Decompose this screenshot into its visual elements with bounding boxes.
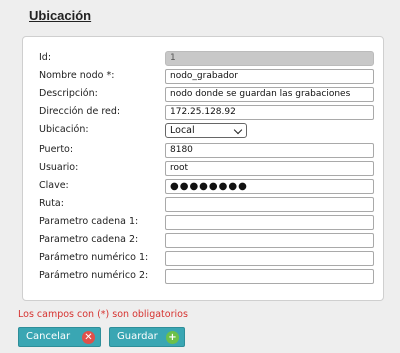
ubicacion-select[interactable]: Local: [165, 123, 247, 138]
add-icon: +: [166, 331, 179, 344]
ubicacion-selected-value: Local: [170, 125, 195, 136]
usuario-label: Usuario:: [39, 162, 79, 173]
descripcion-input[interactable]: nodo donde se guardan las grabaciones: [165, 87, 374, 102]
parametro-cadena-2-input[interactable]: [165, 233, 374, 248]
form-panel: Id: 1 Nombre nodo *: nodo_grabador Descr…: [22, 36, 384, 301]
parametro-cadena-1-input[interactable]: [165, 215, 374, 230]
direccion-red-input[interactable]: 172.25.128.92: [165, 105, 374, 120]
row-usuario: Usuario: root: [39, 161, 375, 176]
row-ubicacion: Ubicación: Local: [39, 123, 375, 138]
row-parametro-numerico-2: Parámetro numérico 2:: [39, 269, 375, 284]
row-ruta: Ruta:: [39, 197, 375, 212]
row-clave: Clave: ●●●●●●●●: [39, 179, 375, 194]
row-descripcion: Descripción: nodo donde se guardan las g…: [39, 87, 375, 102]
clave-label: Clave:: [39, 180, 69, 191]
row-puerto: Puerto: 8180: [39, 143, 375, 158]
id-label: Id:: [39, 52, 52, 63]
puerto-input[interactable]: 8180: [165, 143, 374, 158]
row-nombre-nodo: Nombre nodo *: nodo_grabador: [39, 69, 375, 84]
save-button[interactable]: Guardar +: [109, 327, 185, 347]
parametro-numerico-1-input[interactable]: [165, 251, 374, 266]
parametro-cadena-1-label: Parametro cadena 1:: [39, 216, 139, 227]
nombre-nodo-input[interactable]: nodo_grabador: [165, 69, 374, 84]
row-parametro-numerico-1: Parámetro numérico 1:: [39, 251, 375, 266]
ruta-label: Ruta:: [39, 198, 64, 209]
parametro-numerico-1-label: Parámetro numérico 1:: [39, 252, 149, 263]
row-parametro-cadena-2: Parametro cadena 2:: [39, 233, 375, 248]
cancel-button[interactable]: Cancelar ✕: [18, 327, 101, 347]
cancel-icon: ✕: [82, 331, 95, 344]
parametro-numerico-2-input[interactable]: [165, 269, 374, 284]
usuario-input[interactable]: root: [165, 161, 374, 176]
id-field: 1: [165, 51, 374, 66]
clave-password-input[interactable]: ●●●●●●●●: [165, 179, 374, 194]
page-title: Ubicación: [29, 8, 92, 23]
nombre-nodo-label: Nombre nodo *:: [39, 70, 115, 81]
puerto-label: Puerto:: [39, 144, 74, 155]
chevron-down-icon: [233, 125, 243, 135]
save-button-label: Guardar: [117, 331, 158, 342]
required-fields-note: Los campos con (*) son obligatorios: [18, 309, 188, 320]
row-parametro-cadena-1: Parametro cadena 1:: [39, 215, 375, 230]
row-id: Id: 1: [39, 51, 375, 66]
row-direccion-red: Dirección de red: 172.25.128.92: [39, 105, 375, 120]
descripcion-label: Descripción:: [39, 88, 98, 99]
parametro-numerico-2-label: Parámetro numérico 2:: [39, 270, 149, 281]
parametro-cadena-2-label: Parametro cadena 2:: [39, 234, 139, 245]
cancel-button-label: Cancelar: [26, 331, 71, 342]
ruta-input[interactable]: [165, 197, 374, 212]
direccion-red-label: Dirección de red:: [39, 106, 121, 117]
ubicacion-label: Ubicación:: [39, 124, 89, 135]
